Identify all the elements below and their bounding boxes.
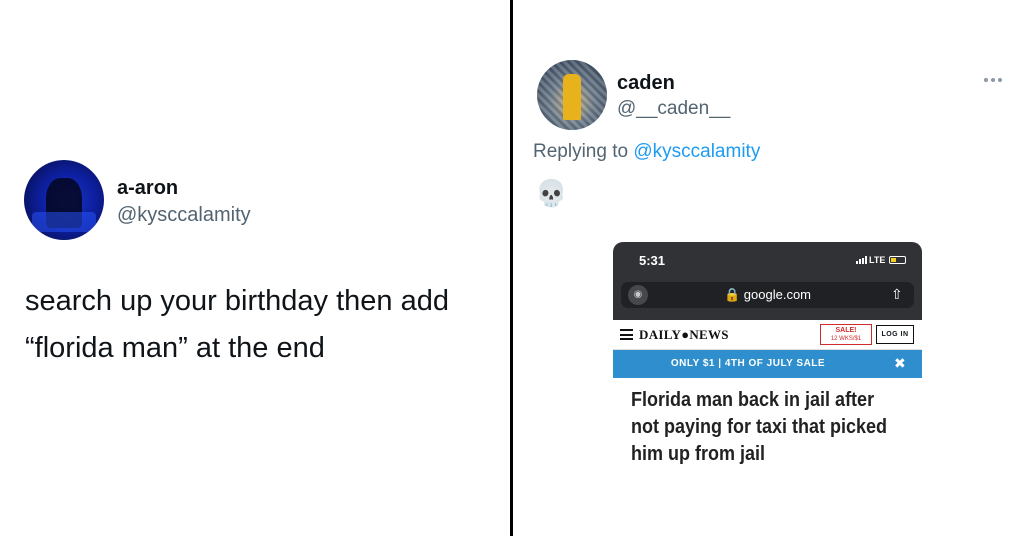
- login-button: LOG IN: [876, 325, 914, 344]
- user-handle[interactable]: @kysccalamity: [117, 204, 251, 227]
- replying-to: Replying to @kysccalamity: [533, 141, 760, 163]
- browser-chrome: 5:31 LTE ◉ 🔒 google.com ⇧: [613, 242, 922, 320]
- signal-bars-icon: [856, 256, 867, 264]
- status-time: 5:31: [639, 253, 666, 268]
- close-icon: ✖: [894, 355, 906, 371]
- replying-mention-link[interactable]: @kysccalamity: [633, 141, 760, 162]
- more-icon[interactable]: [981, 74, 1005, 86]
- promo-banner: ONLY $1 | 4TH OF JULY SALE ✖: [613, 350, 922, 378]
- avatar[interactable]: [24, 160, 104, 240]
- sale-label: SALE!: [835, 327, 857, 334]
- share-icon: ⇧: [891, 286, 903, 302]
- skull-emoji: 💀: [535, 178, 568, 208]
- avatar[interactable]: [537, 60, 607, 130]
- status-signal: LTE: [856, 255, 907, 265]
- promo-text: ONLY $1 | 4TH OF JULY SALE: [670, 358, 826, 369]
- url-text: 🔒 google.com: [621, 287, 914, 303]
- avatar-figure: [563, 74, 581, 120]
- url-bar: ◉ 🔒 google.com ⇧: [621, 282, 914, 308]
- user-handle[interactable]: @__caden__: [617, 98, 730, 120]
- site-logo: DAILY●NEWS: [639, 327, 729, 342]
- sale-price: 12 WKS/$1: [830, 336, 862, 342]
- avatar-glow: [32, 212, 96, 232]
- hamburger-menu-icon: [620, 329, 633, 340]
- tweet-text-line-2: “florida man” at the end: [25, 332, 325, 364]
- battery-icon: [889, 256, 907, 264]
- right-tweet: caden @__caden__ Replying to @kysccalami…: [513, 0, 1024, 536]
- display-name[interactable]: a-aron: [117, 177, 178, 200]
- sale-badge: SALE! 12 WKS/$1: [820, 324, 872, 345]
- replying-prefix: Replying to: [533, 141, 634, 162]
- attached-screenshot[interactable]: 5:31 LTE ◉ 🔒 google.com ⇧ DAILY●NEWS SAL…: [613, 242, 922, 474]
- display-name[interactable]: caden: [617, 72, 675, 95]
- article-headline: Florida man back in jail after not payin…: [631, 389, 888, 465]
- left-tweet: a-aron @kysccalamity search up your birt…: [0, 0, 510, 536]
- tweet-text: search up your birthday then add “florid…: [25, 278, 505, 372]
- network-label: LTE: [869, 255, 886, 265]
- url-value: google.com: [743, 287, 812, 302]
- site-header: DAILY●NEWS SALE! 12 WKS/$1 LOG IN: [613, 320, 922, 350]
- tweet-text-line-1: search up your birthday then add: [25, 285, 449, 317]
- lock-icon: 🔒: [723, 287, 744, 302]
